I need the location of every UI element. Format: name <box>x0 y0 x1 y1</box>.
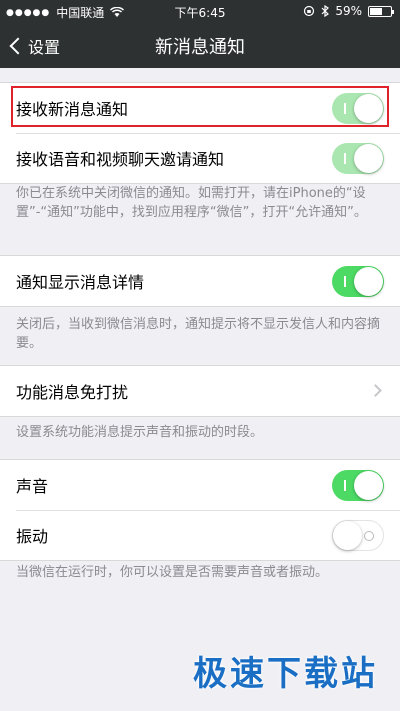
switch-on-indicator <box>344 153 346 164</box>
switch-on-indicator <box>344 480 346 491</box>
notification-disabled-note: 你已在系统中关闭微信的通知。如需打开，请在iPhone的“设置”-“通知”功能中… <box>16 186 367 220</box>
page-title: 新消息通知 <box>155 37 245 58</box>
switch-on-indicator <box>344 276 346 287</box>
dnd-note: 设置系统功能消息提示声音和振动的时段。 <box>16 425 264 440</box>
row-label: 功能消息免打扰 <box>16 383 129 402</box>
group-details: 通知显示消息详情 <box>0 255 400 307</box>
switch-knob <box>333 521 362 550</box>
status-right: 59% <box>303 4 394 18</box>
row-show-message-details: 通知显示消息详情 <box>0 256 400 306</box>
row-label: 通知显示消息详情 <box>16 273 145 292</box>
row-label: 声音 <box>16 477 49 496</box>
battery-icon <box>368 5 394 17</box>
sound-switch[interactable] <box>332 470 384 501</box>
row-label: 振动 <box>16 527 49 546</box>
row-voice-video-invites: 接收语音和视频聊天邀请通知 <box>0 133 400 183</box>
highlight-box <box>11 86 389 127</box>
row-sound: 声音 <box>0 460 400 510</box>
bluetooth-icon <box>321 5 330 17</box>
row-vibration: 振动 <box>0 510 400 560</box>
show-message-details-switch[interactable] <box>332 266 384 297</box>
watermark-logo: 极速下载站 <box>193 654 378 694</box>
row-label: 接收语音和视频聊天邀请通知 <box>16 150 225 169</box>
chevron-right-icon <box>369 384 382 397</box>
switch-off-indicator <box>364 531 374 541</box>
sound-vibration-note: 当微信在运行时，你可以设置是否需要声音或者振动。 <box>16 565 329 580</box>
battery-percent: 59% <box>335 4 362 18</box>
switch-knob <box>354 267 383 296</box>
status-bar: ●●●●● 中国联通 下午6:45 59% <box>0 0 400 22</box>
voice-video-invites-switch[interactable] <box>332 143 384 174</box>
vibration-switch[interactable] <box>332 520 384 551</box>
rotation-lock-icon <box>304 5 315 17</box>
group-dnd: 功能消息免打扰 <box>0 365 400 417</box>
navigation-bar: 设置 新消息通知 <box>0 22 400 68</box>
switch-knob <box>354 144 383 173</box>
details-note: 关闭后，当收到微信消息时，通知提示将不显示发信人和内容摘要。 <box>16 317 381 351</box>
row-function-dnd[interactable]: 功能消息免打扰 <box>0 366 400 416</box>
switch-knob <box>354 471 383 500</box>
group-sound-vibration: 声音 振动 <box>0 459 400 561</box>
